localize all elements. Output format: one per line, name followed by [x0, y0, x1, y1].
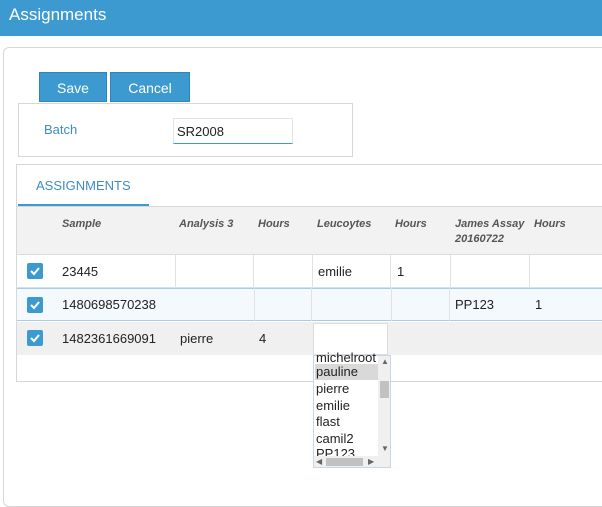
header-leucoytes: Leucoytes: [317, 218, 372, 230]
header-sample: Sample: [62, 218, 102, 230]
row-checkbox[interactable]: [27, 297, 43, 313]
header-hours-3: Hours: [534, 218, 566, 230]
header-analysis3: Analysis 3: [179, 218, 234, 230]
grid-cell: [254, 288, 312, 321]
listbox-option[interactable]: flast: [315, 414, 379, 430]
listbox-vertical-thumb[interactable]: [380, 381, 389, 398]
cell-hours-1[interactable]: 4: [259, 322, 266, 355]
grid-cell: [391, 288, 450, 321]
cell-james-assay[interactable]: PP123: [455, 288, 494, 321]
cell-sample[interactable]: 1480698570238: [62, 288, 156, 321]
checkmark-icon: [30, 267, 40, 276]
tab-assignments[interactable]: ASSIGNMENTS: [18, 166, 149, 206]
cell-analysis3[interactable]: pierre: [180, 322, 213, 355]
header-james-assay-line2: 20160722: [455, 233, 504, 245]
scroll-left-icon[interactable]: ◀: [316, 457, 322, 466]
listbox-option[interactable]: camil2: [315, 431, 379, 447]
header-james-assay: James Assay 20160722: [455, 217, 524, 247]
row-checkbox[interactable]: [27, 263, 43, 279]
cell-leucoytes[interactable]: emilie: [318, 255, 352, 288]
batch-input[interactable]: [173, 118, 293, 144]
listbox-option[interactable]: PP123: [315, 446, 379, 456]
cell-sample[interactable]: 23445: [62, 255, 98, 288]
scroll-down-icon[interactable]: ▼: [381, 444, 389, 453]
grid-cell: [450, 255, 530, 288]
app-title: Assignments: [9, 5, 107, 24]
cell-sample[interactable]: 1482361669091: [62, 322, 156, 355]
checkmark-icon: [30, 334, 40, 343]
cell-hours-2[interactable]: 1: [397, 255, 404, 288]
scroll-right-icon[interactable]: ▶: [368, 457, 374, 466]
header-hours-1: Hours: [258, 218, 290, 230]
listbox-option[interactable]: emilie: [315, 398, 379, 414]
row-checkbox[interactable]: [27, 330, 43, 346]
header-hours-2: Hours: [395, 218, 427, 230]
batch-label: Batch: [44, 122, 78, 137]
cancel-button[interactable]: Cancel: [110, 72, 190, 102]
listbox-option[interactable]: pierre: [315, 381, 379, 397]
cell-hours-3[interactable]: 1: [535, 288, 542, 321]
listbox-horizontal-thumb[interactable]: [326, 458, 363, 466]
header-james-assay-line1: James Assay: [455, 218, 525, 230]
grid-cell: [175, 255, 254, 288]
save-button[interactable]: Save: [39, 72, 107, 102]
checkmark-icon: [30, 301, 40, 310]
scroll-up-icon[interactable]: ▲: [381, 357, 389, 366]
listbox-option-highlighted[interactable]: pauline: [315, 364, 379, 380]
app-title-bar: Assignments: [0, 0, 602, 36]
